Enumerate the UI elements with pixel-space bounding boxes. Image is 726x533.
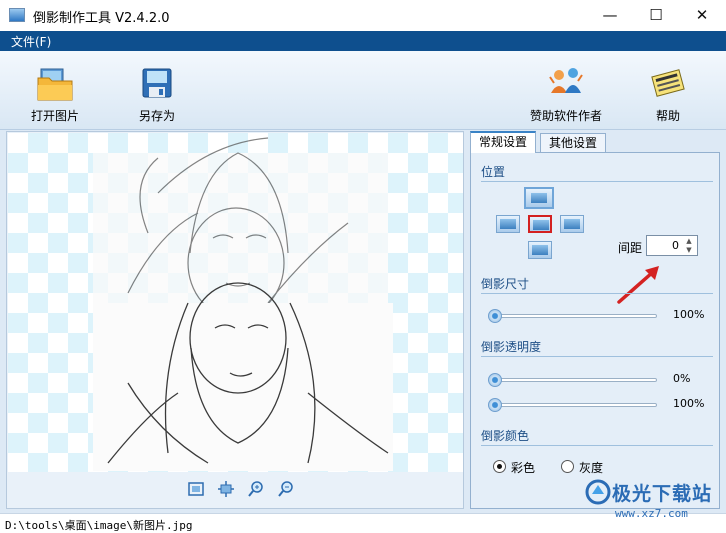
watermark-logo-icon: [585, 479, 611, 505]
watermark-brand: 极光下载站: [612, 483, 713, 505]
fit-window-icon[interactable]: [187, 480, 205, 498]
opacity-start-value: 0%: [673, 372, 691, 385]
help-label: 帮助: [655, 109, 680, 123]
preview-panel: [6, 131, 464, 509]
grayscale-radio-label: 灰度: [579, 461, 604, 475]
spacing-value: 0: [672, 239, 679, 252]
opacity-end-value: 100%: [673, 397, 705, 410]
spacing-label: 间距: [618, 241, 643, 255]
help-icon: [648, 63, 688, 103]
color-section-title: 倒影颜色: [481, 427, 713, 446]
position-section-title: 位置: [481, 163, 713, 182]
open-folder-icon: [35, 63, 75, 103]
maximize-button[interactable]: ☐: [633, 0, 679, 31]
sponsor-button[interactable]: 赞助软件作者: [526, 63, 606, 124]
spin-down-icon[interactable]: ▼: [683, 246, 695, 255]
title-bar: 倒影制作工具 V2.4.2.0 — ☐ ✕: [0, 0, 726, 31]
sponsor-label: 赞助软件作者: [529, 109, 602, 123]
image-canvas[interactable]: [8, 133, 463, 472]
position-bottom-button[interactable]: [528, 241, 552, 259]
spacing-spinbox[interactable]: 0 ▲ ▼: [646, 235, 698, 256]
general-settings-body: 位置 间距 0 ▲ ▼ 倒影尺寸 100% 倒影透明度 0% 100% 倒影颜色: [470, 152, 720, 509]
size-slider[interactable]: [488, 309, 657, 323]
size-slider-thumb[interactable]: [488, 309, 502, 323]
help-button[interactable]: 帮助: [633, 63, 703, 124]
preview-image: [93, 137, 393, 471]
position-left-button[interactable]: [496, 215, 520, 233]
size-section-title: 倒影尺寸: [481, 275, 713, 294]
toolbar: 打开图片 另存为 赞助软件作者 帮助: [0, 51, 726, 130]
save-as-button[interactable]: 另存为: [122, 63, 192, 124]
grayscale-radio[interactable]: [561, 460, 574, 473]
open-image-button[interactable]: 打开图片: [20, 63, 90, 124]
menu-bar: 文件(F): [0, 31, 726, 51]
tab-general-settings[interactable]: 常规设置: [470, 131, 537, 153]
opacity-section-title: 倒影透明度: [481, 338, 713, 357]
opacity-start-slider[interactable]: [488, 373, 657, 387]
spin-up-icon[interactable]: ▲: [683, 237, 695, 246]
zoom-toolbar: [7, 478, 463, 502]
close-button[interactable]: ✕: [679, 0, 725, 31]
position-top-button[interactable]: [524, 187, 554, 209]
color-radio[interactable]: [493, 460, 506, 473]
size-value: 100%: [673, 308, 705, 321]
settings-panel: 常规设置 其他设置 位置 间距 0 ▲ ▼ 倒影尺寸 100% 倒影透明度 0%: [470, 131, 720, 509]
watermark-url: www.xz7.com: [615, 507, 688, 520]
position-right-button[interactable]: [560, 215, 584, 233]
save-as-label: 另存为: [138, 109, 175, 123]
actual-size-icon[interactable]: [217, 480, 235, 498]
save-disk-icon: [137, 63, 177, 103]
opacity-end-slider[interactable]: [488, 398, 657, 412]
opacity-start-thumb[interactable]: [488, 373, 502, 387]
open-image-label: 打开图片: [30, 109, 79, 123]
site-watermark: 极光下载站 www.xz7.com: [585, 477, 720, 527]
tab-other-settings[interactable]: 其他设置: [540, 133, 607, 153]
zoom-in-icon[interactable]: [247, 480, 265, 498]
people-icon: [546, 63, 586, 103]
file-path: D:\tools\桌面\image\新图片.jpg: [5, 519, 193, 532]
window-title: 倒影制作工具 V2.4.2.0: [33, 11, 170, 26]
zoom-out-icon[interactable]: [277, 480, 295, 498]
color-radio-label: 彩色: [511, 461, 536, 475]
opacity-end-thumb[interactable]: [488, 398, 502, 412]
app-icon: [9, 8, 25, 22]
minimize-button[interactable]: —: [587, 0, 633, 31]
position-center-button[interactable]: [528, 215, 552, 233]
menu-file[interactable]: 文件(F): [11, 33, 51, 50]
